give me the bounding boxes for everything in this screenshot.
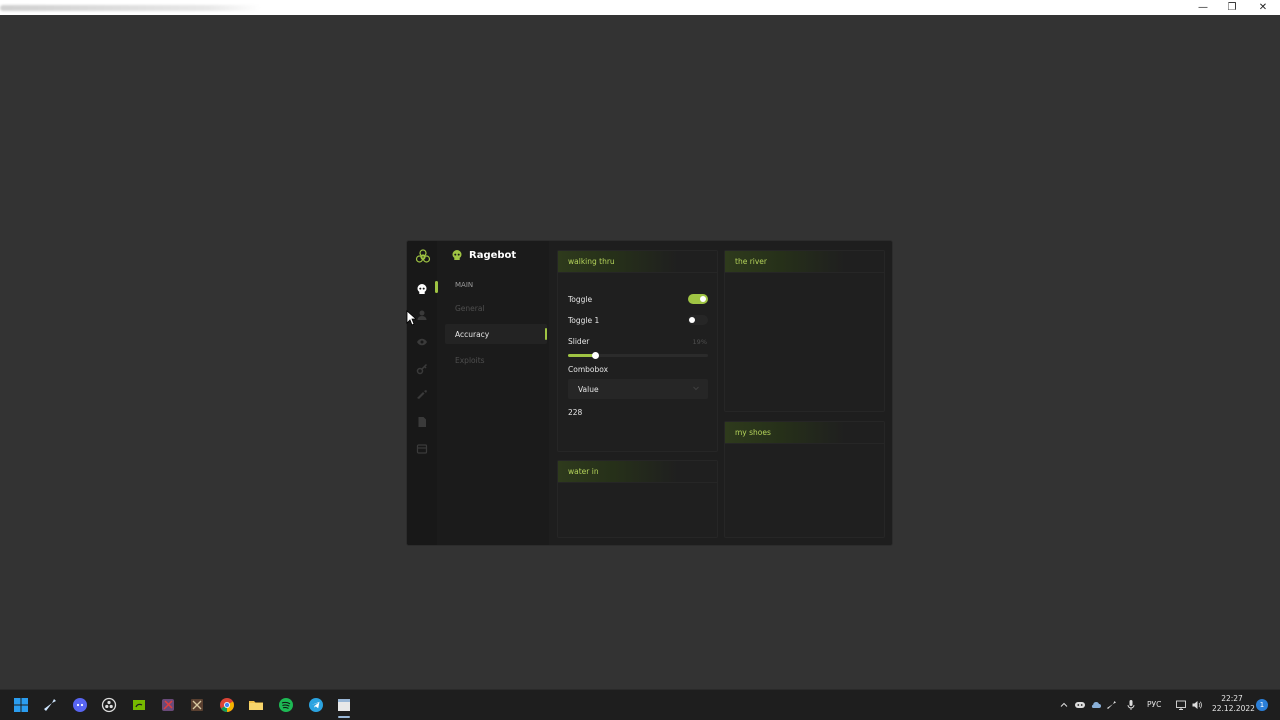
notification-badge[interactable]: 1 — [1256, 699, 1268, 711]
chrome-icon[interactable] — [219, 697, 235, 713]
combobox-label: Combobox — [568, 365, 609, 374]
game-icon[interactable] — [160, 697, 176, 713]
active-window-icon[interactable] — [336, 697, 352, 718]
tab-general[interactable]: General — [445, 298, 547, 318]
group-the-river: the river — [724, 250, 885, 412]
cheat-menu-window: Ragebot MAIN General Accuracy Exploits w… — [406, 240, 893, 546]
discord-tray-icon[interactable] — [1074, 699, 1086, 711]
slider-thumb[interactable] — [591, 352, 599, 359]
slider-fill — [568, 354, 595, 357]
nvidia-icon[interactable] — [131, 697, 147, 713]
tab-accuracy[interactable]: Accuracy — [445, 324, 547, 344]
toggle1-switch[interactable] — [688, 315, 708, 325]
taskbar: РУС 22:27 22.12.2022 1 — [0, 689, 1280, 720]
group-title: walking thru — [558, 251, 717, 273]
language-indicator[interactable]: РУС — [1147, 700, 1161, 709]
nav-file-icon[interactable] — [416, 416, 428, 428]
toggle1-label: Toggle 1 — [568, 316, 600, 325]
skull-icon — [452, 250, 462, 260]
toggle-label: Toggle — [568, 295, 593, 304]
combobox[interactable]: Value — [568, 379, 708, 399]
obs-icon[interactable] — [101, 697, 117, 713]
group-title: my shoes — [725, 422, 884, 444]
slider-track[interactable] — [568, 352, 708, 359]
tabs-column: Ragebot MAIN General Accuracy Exploits — [445, 241, 549, 545]
clock-time: 22:27 — [1221, 694, 1243, 703]
minimize-button[interactable]: — — [1188, 0, 1218, 15]
discord-icon[interactable] — [72, 697, 88, 713]
mic-icon[interactable] — [1125, 699, 1137, 711]
number-value: 228 — [568, 408, 583, 417]
clock-date: 22.12.2022 — [1212, 704, 1255, 713]
volume-icon[interactable] — [1191, 699, 1203, 711]
nav-user-icon[interactable] — [416, 309, 428, 321]
group-title: water in — [558, 461, 717, 483]
steam-icon[interactable] — [42, 697, 58, 713]
slider-label: Slider — [568, 337, 590, 346]
slider-value: 19% — [692, 338, 707, 346]
icon-sidebar — [407, 241, 438, 545]
nav-key-icon[interactable] — [416, 363, 428, 375]
nav-rifle-icon[interactable] — [416, 389, 428, 401]
cloud-icon[interactable] — [1090, 699, 1102, 711]
group-water-in: water in — [557, 460, 718, 538]
app-icon[interactable] — [189, 697, 205, 713]
network-icon[interactable] — [1175, 699, 1187, 711]
group-walking-thru: walking thru Toggle Toggle 1 Slider 19% … — [557, 250, 718, 452]
nav-active-indicator — [435, 281, 438, 293]
file-explorer-icon[interactable] — [248, 697, 264, 713]
spotify-icon[interactable] — [278, 697, 294, 713]
tab-exploits[interactable]: Exploits — [445, 350, 547, 370]
tab-active-indicator — [545, 328, 547, 340]
close-button[interactable]: ✕ — [1248, 0, 1278, 15]
group-my-shoes: my shoes — [724, 421, 885, 538]
telegram-icon[interactable] — [308, 697, 324, 713]
maximize-button[interactable]: ❐ — [1217, 0, 1247, 15]
mouse-cursor-icon — [406, 310, 416, 326]
brand-title: Ragebot — [469, 249, 517, 261]
nav-archive-icon[interactable] — [416, 443, 428, 455]
toggle-switch[interactable] — [688, 294, 708, 304]
title-bar: — ❐ ✕ — [0, 0, 1280, 15]
steam-tray-icon[interactable] — [1106, 699, 1118, 711]
group-title: the river — [725, 251, 884, 273]
combobox-value: Value — [578, 384, 599, 394]
brand: Ragebot — [451, 249, 516, 261]
biohazard-logo-icon — [415, 249, 431, 263]
nav-ragebot-skull-icon[interactable] — [416, 283, 428, 295]
chevron-down-icon — [693, 386, 699, 391]
system-clock[interactable]: 22:27 22.12.2022 — [1212, 694, 1255, 714]
nav-eye-icon[interactable] — [416, 336, 428, 348]
chevron-up-icon[interactable] — [1058, 699, 1070, 711]
window-title-blurred — [0, 5, 260, 11]
section-label-main: MAIN — [455, 281, 474, 289]
windows-start-icon[interactable] — [13, 697, 29, 713]
